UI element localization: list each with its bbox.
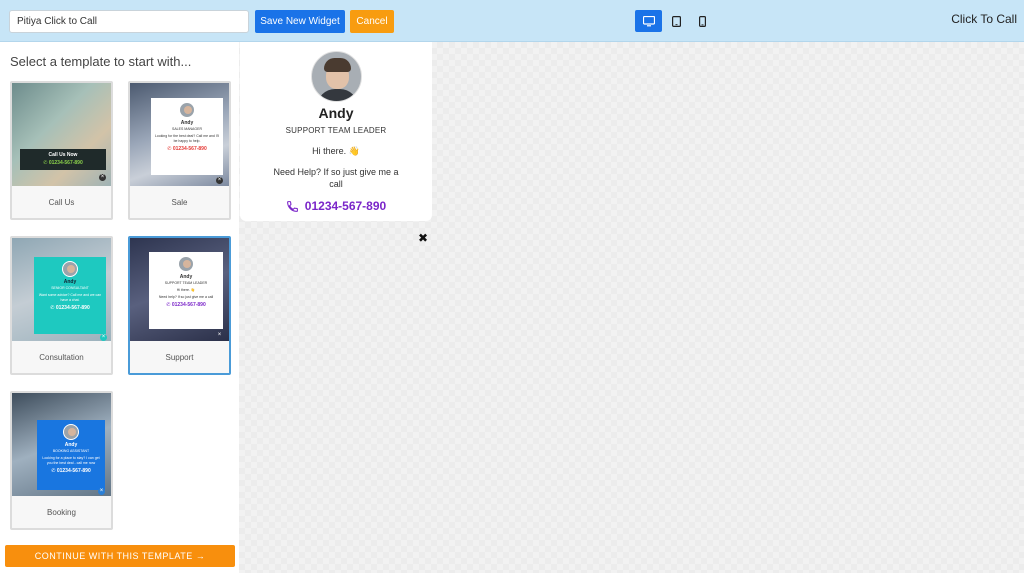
mini-name: Andy — [179, 274, 193, 280]
avatar — [179, 102, 195, 118]
mini-role: BOOKING ASSISTANT — [52, 449, 90, 453]
greeting-text: Hi there. 👋 — [312, 146, 360, 156]
widget-name-input[interactable] — [9, 10, 249, 33]
click-to-call-widget: Andy SUPPORT TEAM LEADER Hi there. 👋 Nee… — [240, 42, 432, 221]
template-label: Support — [165, 353, 194, 362]
template-thumbnail: Andy SENIOR CONSULTANT Want some advice?… — [12, 238, 111, 341]
mini-greeting: Hi there. 👋 — [176, 288, 196, 292]
close-icon: × — [98, 488, 105, 495]
template-card-support[interactable]: Andy SUPPORT TEAM LEADER Hi there. 👋 Nee… — [128, 236, 231, 375]
mini-role: SALES MANAGER — [172, 127, 202, 131]
mini-phone: ✆ 01234-567-890 — [51, 468, 91, 475]
mini-text: Looking for a place to stay? I can get y… — [42, 456, 100, 465]
template-label: Consultation — [39, 353, 84, 362]
template-card-sale[interactable]: Andy SALES MANAGER Looking for the best … — [128, 81, 231, 220]
template-card-call-us[interactable]: Call Us Now ✆ 01234-567-890 × Call Us — [10, 81, 113, 220]
avatar — [311, 51, 362, 102]
mini-role: SENIOR CONSULTANT — [51, 286, 89, 290]
tablet-icon — [672, 15, 681, 27]
template-thumbnail: Andy SALES MANAGER Looking for the best … — [130, 83, 229, 186]
device-desktop-button[interactable] — [635, 10, 662, 32]
app-title: Click To Call — [951, 12, 1017, 26]
template-card-consultation[interactable]: Andy SENIOR CONSULTANT Want some advice?… — [10, 236, 113, 375]
widget-preview-area: Andy SUPPORT TEAM LEADER Hi there. 👋 Nee… — [239, 42, 1024, 573]
save-new-widget-button[interactable]: Save New Widget — [255, 10, 345, 33]
template-sidebar: Select a template to start with... Call … — [0, 42, 239, 573]
avatar — [62, 261, 78, 277]
template-thumbnail: Andy SUPPORT TEAM LEADER Hi there. 👋 Nee… — [130, 238, 229, 341]
close-icon: × — [216, 177, 223, 184]
device-tablet-button[interactable] — [663, 10, 690, 32]
avatar — [63, 424, 79, 440]
avatar — [178, 256, 194, 272]
close-icon: × — [217, 332, 222, 338]
template-thumbnail: Andy BOOKING ASSISTANT Looking for a pla… — [12, 393, 111, 496]
template-section-title: Select a template to start with... — [10, 54, 192, 69]
desktop-icon — [642, 15, 655, 26]
top-bar: Save New Widget Cancel Click To Call — [0, 0, 1024, 42]
mini-text: Want some advice? Call me and we can hav… — [38, 293, 102, 302]
close-icon: × — [100, 334, 107, 341]
mini-name: Andy — [63, 279, 77, 285]
phone-number: 01234-567-890 — [304, 199, 387, 213]
phone-link[interactable]: 01234-567-890 — [240, 199, 432, 213]
mini-phone: ✆ 01234-567-890 — [50, 305, 90, 312]
template-label: Call Us — [48, 198, 75, 207]
template-card-booking[interactable]: Andy BOOKING ASSISTANT Looking for a pla… — [10, 391, 113, 530]
cancel-button[interactable]: Cancel — [350, 10, 394, 33]
agent-name: Andy — [318, 105, 354, 121]
phone-number: ✆ 01234-567-890 — [43, 160, 83, 166]
mini-phone: ✆ 01234-567-890 — [166, 302, 206, 309]
mini-text: Need help? If so just give me a call — [158, 294, 214, 299]
close-widget-button[interactable]: ✖ — [418, 231, 428, 245]
call-us-cta: Call Us Now — [48, 152, 78, 158]
mini-role: SUPPORT TEAM LEADER — [164, 281, 208, 285]
close-icon: × — [99, 174, 106, 181]
continue-with-template-button[interactable]: CONTINUE WITH THIS TEMPLATE → — [5, 545, 235, 567]
mini-name: Andy — [180, 120, 194, 126]
mini-widget: Andy SALES MANAGER Looking for the best … — [151, 98, 223, 175]
device-mobile-button[interactable] — [689, 10, 716, 32]
mini-name: Andy — [64, 442, 78, 448]
mini-phone: ✆ 01234-567-890 — [167, 146, 207, 153]
mini-widget: Andy SUPPORT TEAM LEADER Hi there. 👋 Nee… — [149, 252, 223, 329]
phone-icon — [286, 200, 298, 212]
template-label: Sale — [171, 198, 188, 207]
mini-text: Looking for the best deal? Call me and I… — [154, 134, 220, 143]
mini-widget: Andy BOOKING ASSISTANT Looking for a pla… — [37, 420, 105, 490]
mobile-icon — [699, 15, 706, 27]
call-us-bar: Call Us Now ✆ 01234-567-890 — [20, 149, 106, 170]
template-label: Booking — [47, 508, 76, 517]
template-thumbnail: Call Us Now ✆ 01234-567-890 × — [12, 83, 111, 186]
help-text: Need Help? If so just give me a call — [273, 167, 399, 190]
mini-widget: Andy SENIOR CONSULTANT Want some advice?… — [34, 257, 106, 334]
agent-role: SUPPORT TEAM LEADER — [285, 126, 387, 135]
